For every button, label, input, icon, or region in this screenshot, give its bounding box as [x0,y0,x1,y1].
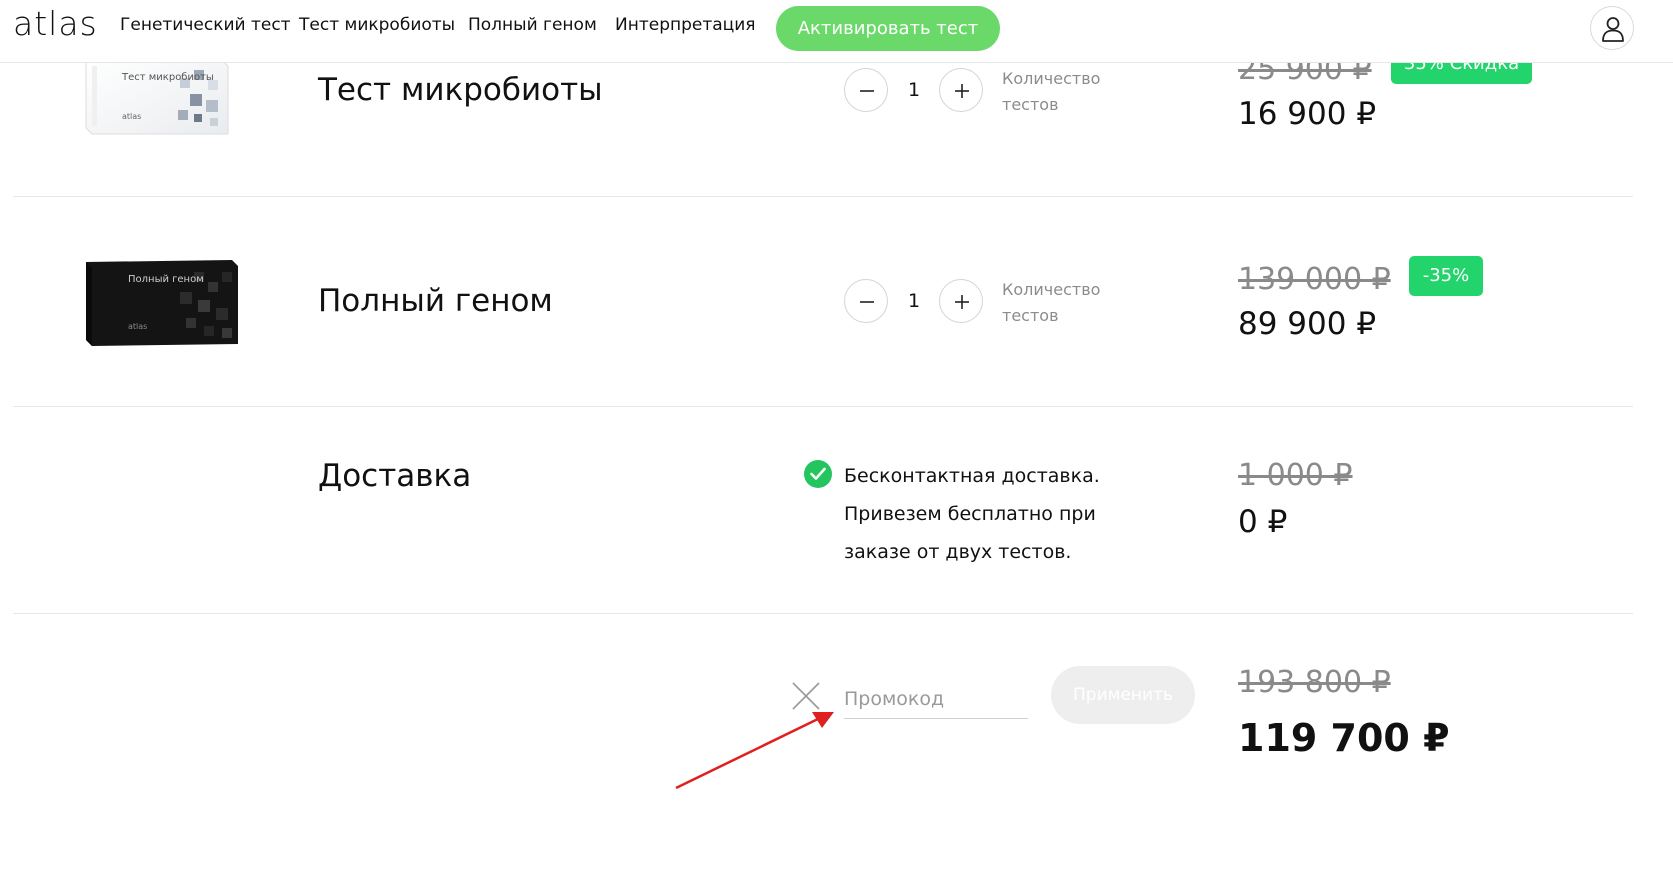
old-price-delivery: 1 000 ₽ [1238,458,1353,493]
promo-code-input[interactable] [844,680,1028,719]
nav-microbiota-test[interactable]: Тест микробиоты [299,15,455,35]
product-image-microbiota: Тест микробиоты atlas [82,56,232,136]
row-divider [13,406,1633,407]
minus-icon [860,301,874,303]
plus-icon [955,295,969,309]
quantity-increase-button[interactable] [939,68,983,112]
box-label-full-genome: Полный геном [128,274,204,285]
total-old-price: 193 800 ₽ [1238,665,1391,700]
box-brand-full-genome: atlas [128,322,148,331]
discount-badge-full-genome: -35% [1409,256,1483,296]
box-label-microbiota: Тест микробиоты [122,72,214,83]
product-title-microbiota: Тест микробиоты [318,72,603,108]
site-header: atlas Генетический тест Тест микробиоты … [0,0,1673,63]
new-price-delivery: 0 ₽ [1238,504,1288,540]
profile-button[interactable] [1590,6,1634,50]
quantity-value: 1 [907,290,921,312]
minus-icon [860,90,874,92]
delivery-title: Доставка [318,458,472,494]
quantity-label: Количество тестов [1002,69,1101,114]
nav-genetic-test[interactable]: Генетический тест [120,15,291,35]
product-title-full-genome: Полный геном [318,283,553,319]
box-brand-microbiota: atlas [122,112,142,121]
user-icon [1602,17,1624,42]
apply-promo-button[interactable]: Применить [1051,666,1195,724]
quantity-decrease-button[interactable] [844,68,888,112]
delivery-description: Бесконтактная доставка. Привезем бесплат… [844,465,1100,563]
total-new-price: 119 700 ₽ [1238,716,1450,760]
annotation-arrow-icon [675,712,834,790]
quantity-increase-button[interactable] [939,279,983,323]
quantity-decrease-button[interactable] [844,279,888,323]
new-price-full-genome: 89 900 ₽ [1238,306,1377,342]
logo[interactable]: atlas [13,4,98,43]
plus-icon [955,84,969,98]
quantity-label: Количество тестов [1002,280,1101,325]
old-price-full-genome: 139 000 ₽ [1238,262,1391,297]
activate-test-button[interactable]: Активировать тест [776,6,1000,51]
product-image-full-genome: Полный геном atlas [82,256,242,348]
row-divider [13,613,1633,614]
quantity-value: 1 [907,79,921,101]
row-divider [13,196,1633,197]
check-circle-icon [804,460,832,488]
nav-interpretation[interactable]: Интерпретация [615,15,756,35]
new-price-microbiota: 16 900 ₽ [1238,96,1377,132]
nav-full-genome[interactable]: Полный геном [468,15,597,35]
